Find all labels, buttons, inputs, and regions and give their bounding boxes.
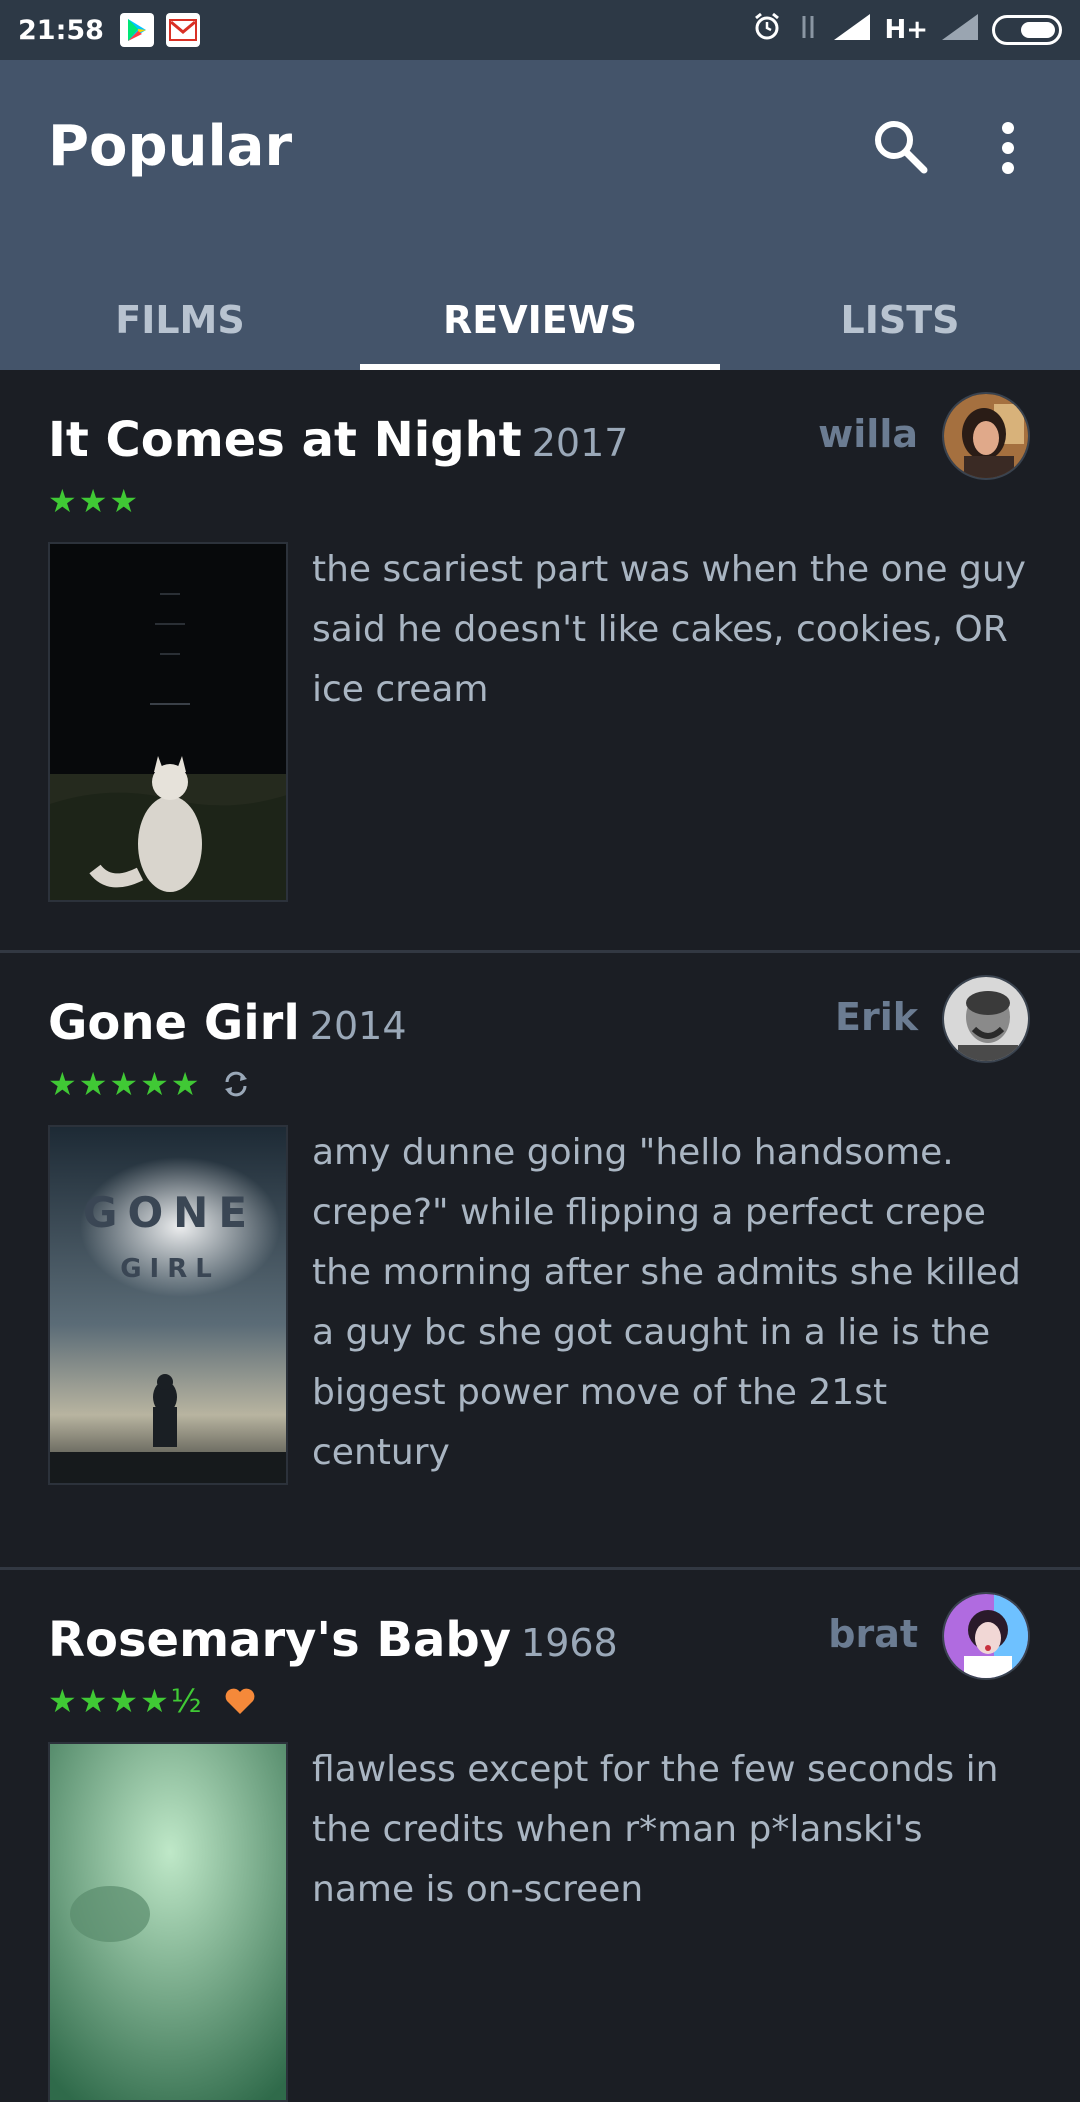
data-transfer-icon (796, 12, 820, 49)
search-icon[interactable] (868, 114, 932, 178)
reviewer-name[interactable]: Erik (835, 995, 918, 1039)
rating-stars: ★★★ (48, 482, 141, 520)
network-type: H+ (884, 15, 928, 45)
tab-bar: FILMS REVIEWS LISTS (0, 270, 1080, 370)
page-title: Popular (48, 114, 293, 179)
battery-icon (992, 15, 1062, 45)
status-bar: 21:58 H+ (0, 0, 1080, 60)
reviews-list: It Comes at Night 2017 willa ★★★ the sca… (0, 370, 1080, 2102)
film-title-text: Gone Girl (48, 995, 300, 1051)
avatar[interactable] (942, 392, 1030, 480)
film-poster[interactable] (48, 542, 288, 902)
reviewer-name[interactable]: brat (828, 1612, 918, 1656)
status-time: 21:58 (18, 14, 104, 46)
star-rating: ★★★★★ (48, 1065, 251, 1103)
tab-films[interactable]: FILMS (0, 270, 360, 370)
film-title[interactable]: Rosemary's Baby 1968 (48, 1612, 618, 1668)
film-title[interactable]: Gone Girl 2014 (48, 995, 407, 1051)
film-title-text: It Comes at Night (48, 412, 522, 468)
film-title[interactable]: It Comes at Night 2017 (48, 412, 628, 468)
film-year: 2017 (531, 421, 629, 465)
poster-title-2: GIRL (120, 1254, 220, 1284)
signal-icon (834, 13, 871, 47)
film-title-text: Rosemary's Baby (48, 1612, 512, 1668)
review-item[interactable]: It Comes at Night 2017 willa ★★★ the sca… (0, 370, 1080, 953)
film-poster[interactable]: GONE GIRL (48, 1125, 288, 1485)
film-year: 1968 (521, 1621, 618, 1665)
heart-icon (224, 1687, 256, 1715)
rating-stars: ★★★★★ (48, 1065, 202, 1103)
rating-stars: ★★★★½ (48, 1682, 204, 1720)
star-rating: ★★★ (48, 482, 140, 520)
review-item[interactable]: Rosemary's Baby 1968 brat ★★★★½ flawless… (0, 1570, 1080, 2102)
film-poster[interactable] (48, 1742, 288, 2102)
alarm-icon (752, 12, 782, 49)
tab-label: LISTS (840, 298, 960, 342)
tab-label: REVIEWS (442, 298, 637, 342)
more-vert-icon[interactable] (990, 116, 1026, 180)
avatar[interactable] (942, 1592, 1030, 1680)
signal-icon-2 (942, 13, 978, 47)
film-year: 2014 (309, 1004, 407, 1048)
star-rating: ★★★★½ (48, 1682, 256, 1720)
review-text[interactable]: flawless except for the few seconds in t… (312, 1740, 1032, 1920)
app-bar: Popular FILMS REVIEWS LISTS (0, 60, 1080, 370)
battery-level (1021, 22, 1055, 38)
gmail-icon (165, 13, 200, 47)
tab-label: FILMS (115, 298, 245, 342)
reviewer-name[interactable]: willa (818, 412, 918, 456)
avatar[interactable] (942, 975, 1030, 1063)
tab-reviews[interactable]: REVIEWS (360, 270, 720, 370)
poster-title-1: GONE (83, 1188, 257, 1237)
rewatch-icon (221, 1069, 251, 1099)
review-text[interactable]: the scariest part was when the one guy s… (312, 540, 1032, 720)
review-text[interactable]: amy dunne going "hello handsome. crepe?"… (312, 1123, 1032, 1483)
play-store-icon (119, 13, 154, 47)
tab-lists[interactable]: LISTS (720, 270, 1080, 370)
review-item[interactable]: Gone Girl 2014 Erik ★★★★★ GONE GIRL amy … (0, 953, 1080, 1570)
